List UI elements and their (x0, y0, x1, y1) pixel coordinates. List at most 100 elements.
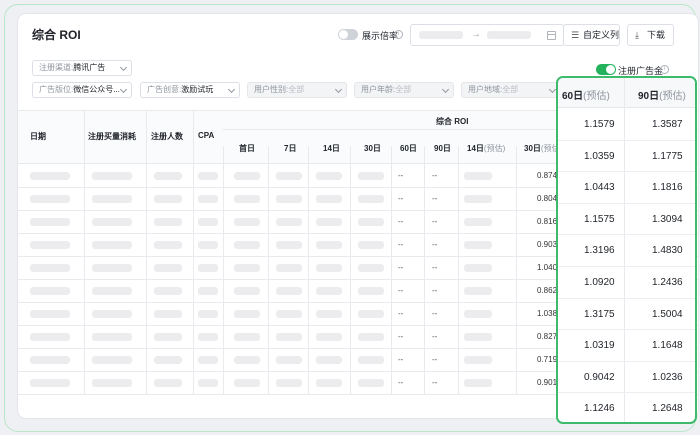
cell-roi-90d-est: 1.3587 (652, 119, 683, 130)
cell-roi-90d-est: 1.4830 (652, 245, 683, 257)
cell-empty-dash: -- (398, 240, 404, 249)
cell-placeholder (92, 218, 132, 226)
channel-select[interactable]: 注册渠道:腾讯广告 (32, 60, 132, 76)
cell-placeholder (276, 287, 302, 295)
cell-placeholder (316, 218, 342, 226)
cell-placeholder (276, 333, 302, 341)
highlight-row[interactable]: 1.0319 1.1648 (558, 330, 695, 362)
cell-placeholder (316, 195, 342, 203)
list-icon: ☰ (571, 30, 580, 40)
col-d1[interactable]: 首日 (239, 143, 255, 154)
cell-roi-90d-est: 1.3094 (652, 213, 683, 225)
download-label: 下载 (647, 30, 666, 40)
info-icon[interactable]: i (660, 65, 669, 74)
cell-placeholder (154, 310, 182, 318)
cell-placeholder (358, 379, 384, 387)
cell-placeholder (198, 379, 218, 387)
creative-select[interactable]: 广告创意:激励试玩 (140, 82, 240, 98)
cell-placeholder (198, 264, 218, 272)
cell-placeholder (198, 195, 218, 203)
col-d60[interactable]: 60日 (400, 143, 417, 154)
highlight-col-90[interactable]: 90日(预估) (638, 87, 686, 102)
region-value: 全部 (502, 85, 519, 94)
cell-placeholder (30, 264, 70, 272)
cell-placeholder (198, 356, 218, 364)
highlight-row[interactable]: 1.3196 1.4830 (558, 235, 695, 267)
placement-select[interactable]: 广告版位:微信公众号... (32, 82, 132, 98)
col-d14-est-suffix: (预估) (483, 144, 506, 153)
highlight-row[interactable]: 1.1579 1.3587 (558, 109, 695, 141)
cell-empty-dash: -- (432, 240, 438, 249)
chevron-down-icon (227, 85, 236, 94)
col-spend[interactable]: 注册买量消耗 (88, 131, 136, 142)
col-d7[interactable]: 7日 (284, 143, 296, 154)
cell-placeholder (358, 310, 384, 318)
download-button[interactable]: ⤓ 下载 (627, 24, 674, 46)
col-cpa[interactable]: CPA (198, 131, 214, 140)
cell-placeholder (30, 333, 70, 341)
highlight-row[interactable]: 1.0443 1.1816 (558, 172, 695, 204)
col-d14[interactable]: 14日 (323, 143, 340, 154)
cell-placeholder (234, 379, 260, 387)
cell-placeholder (234, 218, 260, 226)
cell-roi-60d-est: 0.9042 (584, 371, 615, 383)
col-d90[interactable]: 90日 (434, 143, 451, 154)
cell-placeholder (198, 333, 218, 341)
col-d14-est[interactable]: 14日(预估) (467, 143, 505, 154)
download-icon: ⤓ (635, 30, 639, 40)
cell-placeholder (30, 310, 70, 318)
highlight-row[interactable]: 1.0920 1.2436 (558, 267, 695, 299)
date-range-picker[interactable]: → (410, 24, 564, 46)
col-users[interactable]: 注册人数 (151, 131, 183, 142)
cell-placeholder (198, 287, 218, 295)
cell-placeholder (464, 218, 492, 226)
col-d30-est-label: 30日 (524, 144, 541, 153)
cell-empty-dash: -- (398, 194, 404, 203)
custom-columns-label: 自定义列 (583, 30, 620, 40)
cell-placeholder (464, 356, 492, 364)
highlight-row[interactable]: 1.3175 1.5004 (558, 299, 695, 331)
highlight-row[interactable]: 1.0359 1.1775 (558, 141, 695, 173)
channel-key: 注册渠道: (39, 63, 74, 72)
gender-value: 全部 (288, 85, 305, 94)
cell-roi-30d-est: 0.827 (537, 332, 558, 341)
cell-empty-dash: -- (398, 263, 404, 272)
cell-placeholder (92, 379, 132, 387)
highlight-row[interactable]: 1.1246 1.2648 (558, 393, 695, 422)
cell-placeholder (154, 379, 182, 387)
highlight-row[interactable]: 0.9042 1.0236 (558, 362, 695, 394)
cell-placeholder (276, 195, 302, 203)
cell-placeholder (154, 241, 182, 249)
cell-placeholder (316, 356, 342, 364)
creative-key: 广告创意: (147, 85, 182, 94)
gender-select: 用户性别:全部 (247, 82, 347, 98)
cell-empty-dash: -- (432, 378, 438, 387)
col-date[interactable]: 日期 (30, 131, 46, 142)
chevron-down-icon (441, 85, 450, 94)
highlight-col-60[interactable]: 60日(预估) (562, 87, 610, 102)
cell-roi-60d-est: 1.0443 (584, 182, 615, 194)
highlight-col-90-label: 90日 (638, 91, 660, 102)
cell-placeholder (30, 195, 70, 203)
custom-columns-button[interactable]: ☰ 自定义列 (563, 24, 620, 46)
cell-placeholder (464, 287, 492, 295)
cell-placeholder (154, 195, 182, 203)
cell-placeholder (154, 333, 182, 341)
cell-placeholder (464, 379, 492, 387)
register-ad-gold-toggle[interactable] (596, 64, 616, 75)
cell-empty-dash: -- (398, 171, 404, 180)
info-icon[interactable]: i (394, 30, 403, 39)
cell-roi-30d-est: 0.862 (537, 286, 558, 295)
cell-roi-90d-est: 1.1816 (652, 182, 683, 194)
cell-roi-60d-est: 1.0319 (584, 340, 615, 352)
cell-empty-dash: -- (398, 332, 404, 341)
highlight-row[interactable]: 1.1575 1.3094 (558, 204, 695, 236)
col-d30[interactable]: 30日 (364, 143, 381, 154)
multiplier-toggle[interactable] (338, 29, 358, 40)
cell-placeholder (92, 333, 132, 341)
cell-roi-60d-est: 1.1246 (584, 403, 615, 415)
cell-placeholder (316, 287, 342, 295)
cell-placeholder (234, 333, 260, 341)
cell-placeholder (316, 310, 342, 318)
cell-placeholder (92, 172, 132, 180)
